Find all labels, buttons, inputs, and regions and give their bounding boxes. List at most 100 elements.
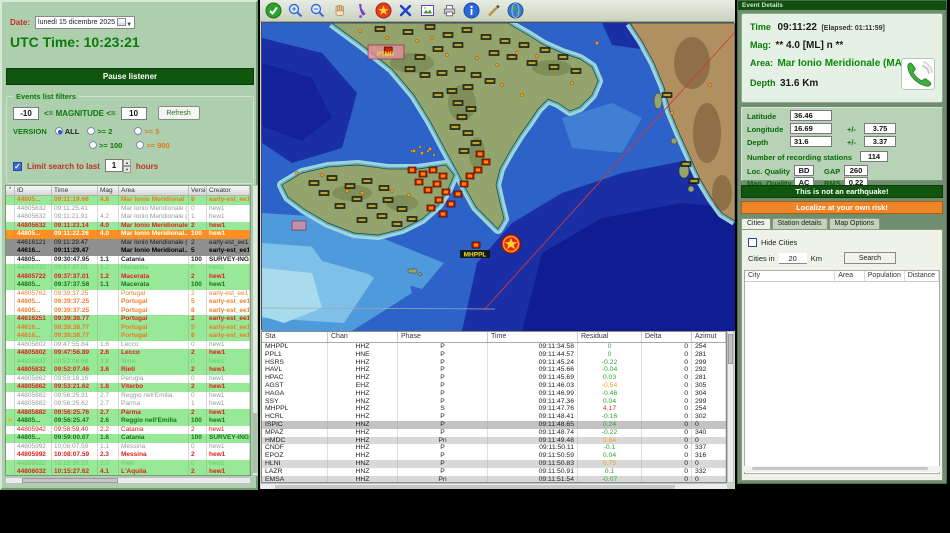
event-row[interactable]: 44805862 09:53:21.62 1.8 Viterbo 2 hew1 <box>6 383 250 392</box>
pick-row[interactable]: HLNI HNZ P 09:11:50.83 0.75 0 0 <box>262 459 726 468</box>
triggered-station-marker[interactable] <box>453 190 463 198</box>
events-col-id[interactable]: ID <box>15 186 52 195</box>
station-marker[interactable] <box>344 183 356 189</box>
delete-icon[interactable] <box>395 1 415 20</box>
cities-horizontal-scrollbar[interactable] <box>744 466 940 472</box>
magnitude-min-input[interactable]: -10 <box>13 106 39 120</box>
station-marker[interactable] <box>518 42 530 48</box>
longitude-field[interactable]: 16.69 <box>790 123 832 134</box>
picks-vertical-scrollbar[interactable] <box>727 331 734 483</box>
globe-icon[interactable] <box>505 1 525 20</box>
station-marker[interactable] <box>465 106 477 112</box>
hours-value[interactable]: 1 <box>104 159 123 172</box>
station-marker[interactable] <box>470 140 482 146</box>
event-row[interactable]: 44616... 09:39:38.77 Portugal 5 early-est_ee… <box>6 323 250 332</box>
station-marker[interactable] <box>470 72 482 78</box>
epicenter-marker[interactable] <box>501 234 521 254</box>
events-col-mag[interactable]: Mag <box>98 186 119 195</box>
station-marker[interactable] <box>461 27 473 33</box>
search-button[interactable]: Search <box>843 252 896 264</box>
triggered-station-marker[interactable] <box>475 150 485 158</box>
event-row[interactable]: 44805722 09:37:37.01 1.2 Macerata 0 hew1 <box>6 264 250 273</box>
version-radio-900[interactable]: >= 900 <box>136 141 170 150</box>
station-marker[interactable] <box>454 66 466 72</box>
event-row[interactable]: 44805632 09:11:21.91 4.2 Mar Ionio Meridion… <box>6 213 250 222</box>
event-row[interactable]: 44805832 09:52:07.46 3.6 Rieti 2 hew1 <box>6 366 250 375</box>
event-row[interactable]: 44805... 09:39:37.25 Portugal 8 early-est_ee… <box>6 306 250 315</box>
cities-col-distance[interactable]: Distance <box>905 271 939 281</box>
station-marker[interactable] <box>432 92 444 98</box>
event-row[interactable]: ★ 44805... 09:56:25.47 2.6 Reggio nell'Emili… <box>6 417 250 426</box>
cities-col-population[interactable]: Population <box>865 271 905 281</box>
hours-stepper[interactable]: 1 ▲ ▼ <box>104 159 131 173</box>
triggered-station-marker[interactable] <box>438 172 448 180</box>
longitude-error-field[interactable]: 3.75 <box>864 123 896 134</box>
station-marker[interactable] <box>374 26 386 32</box>
tab-station-details[interactable]: Station details <box>771 218 828 229</box>
zoom-in-icon[interactable] <box>285 1 305 20</box>
pick-row[interactable]: AGST EHZ P 09:11:46.03 -0.54 0 305 <box>262 381 726 390</box>
triggered-station-marker[interactable] <box>465 172 475 180</box>
pick-row[interactable]: LAZR HNZ P 09:11:50.91 0.1 0 332 <box>262 467 726 476</box>
triggered-station-marker[interactable] <box>446 200 456 208</box>
cities-col-area[interactable]: Area <box>835 271 865 281</box>
triggered-station-marker[interactable] <box>441 188 451 196</box>
station-marker[interactable] <box>419 72 431 78</box>
stations-count-field[interactable]: 114 <box>860 151 888 162</box>
station-marker[interactable] <box>378 185 390 191</box>
loc-quality-field[interactable]: BD <box>794 165 814 176</box>
version-radio-2[interactable]: >= 2 <box>87 127 112 136</box>
station-marker[interactable] <box>406 216 418 222</box>
event-row[interactable]: 44805862 09:53:18.16 Perugia 0 hew1 <box>6 374 250 383</box>
event-row[interactable]: 44805882 09:56:25.62 2.7 Parma 1 hew1 <box>6 400 250 409</box>
picks-col-sta[interactable]: Sta <box>262 332 328 342</box>
station-marker[interactable] <box>382 197 394 203</box>
pick-row[interactable]: HCRL HHZ P 09:11:48.41 -0.16 0 302 <box>262 413 726 421</box>
events-horizontal-scrollbar[interactable] <box>5 477 251 484</box>
station-marker[interactable] <box>391 221 403 227</box>
event-row[interactable]: 44805802 09:47:56.89 2.6 Lecco 2 hew1 <box>6 349 250 358</box>
event-row[interactable]: 44616121 09:11:29.47 Mar Ionio Meridionale… <box>6 238 250 247</box>
event-row[interactable]: 44805... 09:30:47.95 1.1 Catania 100 SURVEY-I… <box>6 255 250 264</box>
event-row[interactable]: 44805882 09:56:25.76 2.7 Parma 2 hew1 <box>6 408 250 417</box>
call-button[interactable] <box>901 58 935 90</box>
version-radio-100[interactable]: >= 100 <box>89 141 122 150</box>
station-marker[interactable] <box>539 47 551 53</box>
map[interactable]: MHPPL PTMR <box>261 22 735 331</box>
pick-row[interactable]: MHPPL HHZ P 09:11:34.58 0 0 254 <box>262 343 726 351</box>
station-marker[interactable] <box>570 68 582 74</box>
events-col-area[interactable]: Area <box>119 186 189 195</box>
zoom-out-icon[interactable] <box>307 1 327 20</box>
station-marker[interactable] <box>462 84 474 90</box>
event-row[interactable]: 44805632 09:11:23.14 4.0 Mar Ionio Meridion… <box>6 221 250 230</box>
station-marker[interactable] <box>526 60 538 66</box>
station-marker[interactable] <box>366 203 378 209</box>
event-row[interactable]: 44805942 09:58:59.40 2.2 Catania 2 hew1 <box>6 425 250 434</box>
events-col-[interactable]: * <box>6 186 15 195</box>
info-icon[interactable] <box>461 1 481 20</box>
picks-col-residual[interactable]: Residual <box>578 332 642 342</box>
event-row[interactable]: 44805... 09:11:19.66 4.8 Mar Ionio Meridion… <box>6 196 250 205</box>
station-marker[interactable] <box>396 206 408 212</box>
date-picker[interactable]: lunedì 15 dicembre 2025 ▼ <box>35 16 136 29</box>
pause-listener-button[interactable]: Pause listener <box>6 68 254 85</box>
station-marker[interactable] <box>442 32 454 38</box>
station-marker[interactable] <box>334 203 346 209</box>
italy-icon[interactable] <box>351 1 371 20</box>
cities-col-city[interactable]: City <box>745 271 836 281</box>
station-marker[interactable] <box>488 50 500 56</box>
tab-cities[interactable]: Cities <box>741 218 771 229</box>
refresh-button[interactable]: Refresh <box>157 106 200 120</box>
station-marker[interactable] <box>456 114 468 120</box>
station-marker[interactable] <box>414 54 426 60</box>
radius-input[interactable]: 20 <box>778 252 807 264</box>
station-marker[interactable] <box>480 34 492 40</box>
event-row[interactable]: 44805832 09:52:08.68 3.8 Terni 0 hew1 <box>6 357 250 366</box>
depth-field[interactable]: 31.6 <box>790 136 832 147</box>
triggered-station-marker[interactable] <box>426 204 436 212</box>
triggered-station-marker[interactable] <box>473 166 483 174</box>
picks-col-phase[interactable]: Phase <box>398 332 488 342</box>
triggered-station-marker[interactable] <box>471 241 481 249</box>
pick-row[interactable]: HAGA HHZ P 09:11:46.99 -0.46 0 304 <box>262 389 726 398</box>
station-marker[interactable] <box>484 78 496 84</box>
